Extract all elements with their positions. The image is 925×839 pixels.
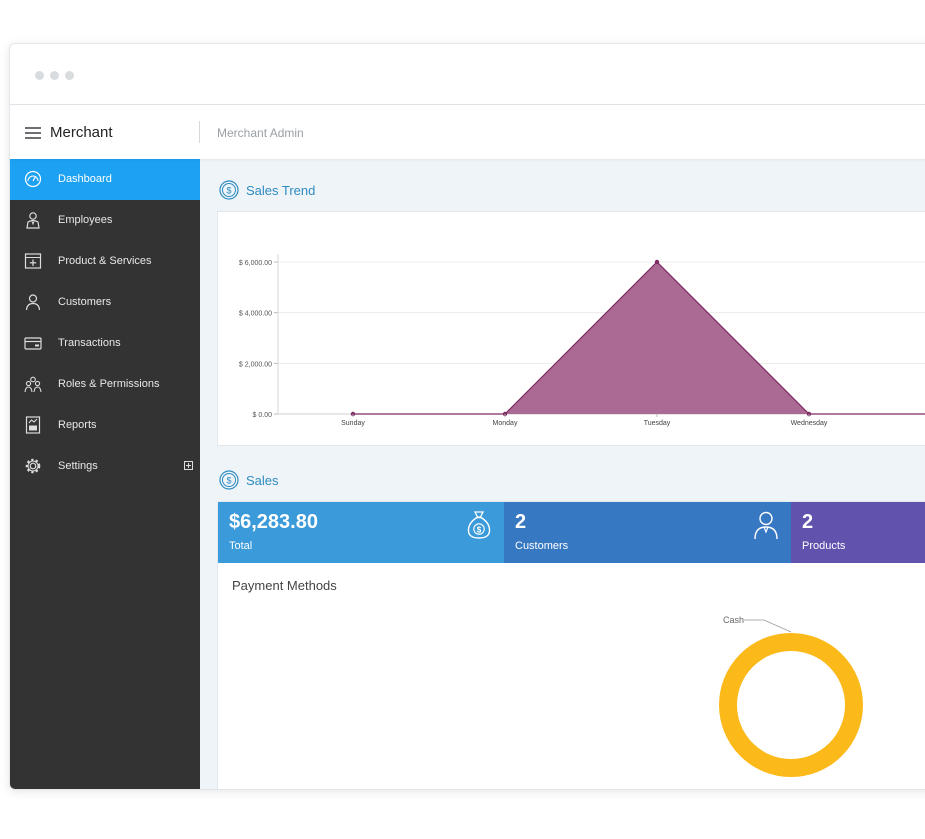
dollar-circle-icon: $ bbox=[219, 180, 239, 200]
y-tick-label: $ 0.00 bbox=[253, 412, 273, 419]
window-dot bbox=[50, 71, 59, 80]
x-tick-label: Monday bbox=[493, 420, 518, 427]
divider bbox=[199, 121, 200, 143]
employee-icon bbox=[26, 212, 40, 229]
group-icon bbox=[24, 376, 42, 393]
sidebar-item-label: Product & Services bbox=[58, 255, 152, 267]
sidebar-item-label: Employees bbox=[58, 214, 113, 226]
hamburger-menu-icon[interactable] bbox=[25, 127, 41, 139]
top-bar: Merchant Merchant Admin bbox=[10, 105, 925, 159]
sidebar-item-roles-permissions[interactable]: Roles & Permissions bbox=[10, 364, 200, 405]
sales-trend-card: $ 0.00 $ 2,000.00 $ 4,000.00 $ 6,000.00 Sund… bbox=[217, 211, 925, 446]
customer-icon bbox=[25, 294, 41, 311]
y-tick-label: $ 2,000.00 bbox=[239, 361, 272, 368]
card-icon bbox=[24, 337, 42, 350]
svg-text:$: $ bbox=[226, 186, 231, 196]
sidebar-item-settings[interactable]: Settings bbox=[10, 446, 200, 487]
payment-methods-chart: Cash bbox=[719, 615, 863, 777]
x-tick-label: Wednesday bbox=[791, 420, 828, 427]
dollar-circle-icon: $ bbox=[219, 470, 239, 490]
plus-square-icon[interactable] bbox=[184, 461, 193, 470]
sidebar: Dashboard Employees Product & Services C… bbox=[10, 159, 200, 789]
sidebar-item-reports[interactable]: Reports bbox=[10, 405, 200, 446]
cash-leader-line bbox=[744, 619, 792, 633]
product-box-icon bbox=[24, 253, 42, 269]
sidebar-item-transactions[interactable]: Transactions bbox=[10, 323, 200, 364]
x-tick-label: Tuesday bbox=[644, 420, 671, 427]
sidebar-item-label: Transactions bbox=[58, 337, 121, 349]
data-point bbox=[654, 259, 660, 265]
svg-text:$: $ bbox=[226, 476, 231, 486]
sidebar-item-label: Customers bbox=[58, 296, 112, 308]
cash-donut-slice bbox=[719, 633, 863, 777]
sales-trend-title: Sales Trend bbox=[246, 183, 316, 198]
cash-slice-label: Cash bbox=[723, 615, 744, 625]
report-icon bbox=[25, 416, 41, 434]
brand-name: Merchant bbox=[50, 124, 113, 141]
sidebar-item-label: Dashboard bbox=[58, 173, 112, 185]
y-tick-label: $ 6,000.00 bbox=[239, 260, 272, 267]
sidebar-item-label: Roles & Permissions bbox=[58, 378, 160, 390]
sidebar-item-product-services[interactable]: Product & Services bbox=[10, 241, 200, 282]
app-window: Merchant Merchant Admin Dashboard Employ… bbox=[9, 43, 925, 790]
sales-card: $6,283.80 Total $ 2 Customers 2 Products… bbox=[217, 501, 925, 789]
sales-title: Sales bbox=[246, 473, 279, 488]
sidebar-item-label: Settings bbox=[58, 460, 98, 472]
y-tick-label: $ 4,000.00 bbox=[239, 311, 272, 318]
sidebar-item-label: Reports bbox=[58, 419, 97, 431]
x-tick-label: Sunday bbox=[341, 420, 365, 427]
window-dot bbox=[65, 71, 74, 80]
gear-icon bbox=[25, 458, 41, 474]
window-dot bbox=[35, 71, 44, 80]
sales-trend-chart: $ 0.00 $ 2,000.00 $ 4,000.00 $ 6,000.00 Sund… bbox=[239, 254, 925, 427]
window-chrome bbox=[10, 44, 925, 105]
sales-area-fill bbox=[278, 262, 925, 414]
main-content: $ Sales Trend $ 0.00 $ 2,000.00 $ 4,000.00… bbox=[200, 159, 925, 789]
breadcrumb: Merchant Admin bbox=[217, 126, 304, 140]
sidebar-item-employees[interactable]: Employees bbox=[10, 200, 200, 241]
dashboard-icon bbox=[24, 170, 42, 188]
sidebar-item-customers[interactable]: Customers bbox=[10, 282, 200, 323]
sidebar-item-dashboard[interactable]: Dashboard bbox=[10, 159, 200, 200]
